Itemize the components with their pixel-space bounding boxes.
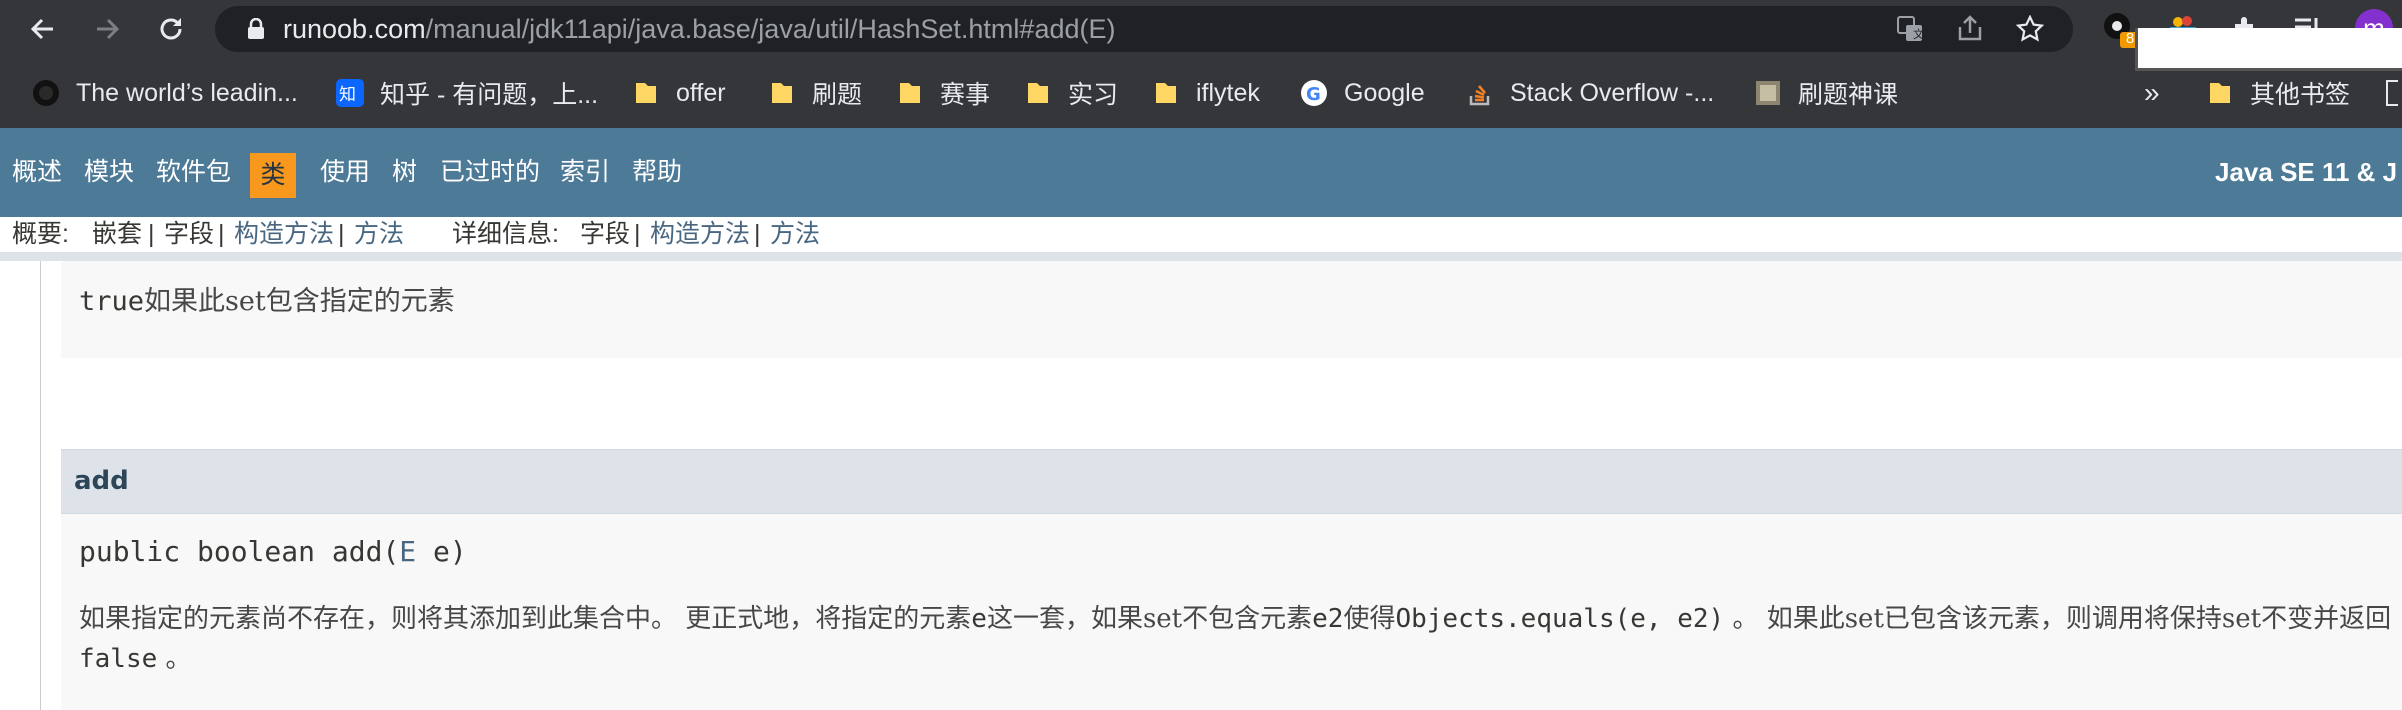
bookmark-label: iflytek [1196, 78, 1260, 107]
bookmark-item[interactable]: Stack Overflow -... [1466, 58, 1714, 128]
summary-field: 字段 [164, 220, 215, 248]
browser-toolbar: runoob.com/manual/jdk11api/java.base/jav… [0, 0, 2402, 58]
bookmark-folder[interactable]: 实习 [1024, 58, 1118, 128]
svg-text:G: G [1306, 84, 1321, 105]
detail-label: 详细信息: [452, 220, 559, 248]
forward-arrow-icon [97, 18, 120, 40]
search-box-edge[interactable] [2135, 28, 2402, 71]
bookmark-item[interactable]: The world’s leadin... [32, 58, 298, 128]
bookmarks-bar: The world’s leadin... 知 知乎 - 有问题，上... of… [0, 58, 2402, 128]
page-title: Java SE 11 & J [2215, 157, 2398, 187]
javadoc-top-nav: 概述 模块 软件包 类 使用 树 已过时的 索引 帮助 Java SE 11 &… [0, 128, 2402, 217]
returns-text: true如果此set包含指定的元素 [79, 286, 455, 317]
nav-use[interactable]: 使用 [320, 128, 370, 217]
detail-method-link[interactable]: 方法 [770, 217, 820, 252]
bookmark-folder[interactable]: iflytek [1152, 58, 1260, 128]
extension-badge-button[interactable]: 8 [2100, 10, 2138, 48]
sub-nav: 概要: 嵌套 | 字段 | 构造方法 | 方法 详细信息: 字段 | 构造方法 … [0, 217, 2402, 261]
folder-icon [1152, 79, 1180, 107]
nav-module[interactable]: 模块 [84, 128, 134, 217]
lock-icon[interactable] [241, 14, 271, 44]
bookmark-label: offer [676, 78, 726, 107]
nav-tree[interactable]: 树 [392, 128, 417, 217]
summary-constructor-link[interactable]: 构造方法 [234, 217, 334, 252]
bookmark-label: 其他书签 [2250, 81, 2351, 109]
url-text[interactable]: runoob.com/manual/jdk11api/java.base/jav… [283, 6, 1115, 52]
folder-icon [768, 79, 796, 107]
bookmark-label: 刷题神课 [1798, 81, 1899, 109]
summary-nested: 嵌套 [92, 220, 143, 248]
returns-section: true如果此set包含指定的元素 [61, 261, 2402, 358]
separator: | [634, 220, 641, 248]
folder-icon [1024, 79, 1052, 107]
separator: | [754, 220, 761, 248]
stackoverflow-icon [1466, 79, 1494, 107]
summary-method-link[interactable]: 方法 [354, 217, 404, 252]
reload-button[interactable] [152, 10, 190, 48]
bookmark-label: Stack Overflow -... [1510, 78, 1715, 107]
bookmark-item[interactable]: 刷题神课 [1754, 58, 1898, 128]
method-header: add [61, 449, 2402, 514]
folder-icon [896, 79, 924, 107]
bookmark-label: 实习 [1068, 81, 1119, 109]
separator: | [218, 220, 225, 248]
github-icon [32, 79, 60, 107]
bookmark-label: 赛事 [940, 81, 991, 109]
back-arrow-icon [30, 18, 53, 40]
method-detail-add: add public boolean add(E e) 如果指定的元素尚不存在，… [61, 449, 2402, 710]
svg-text:文: 文 [1913, 27, 1924, 41]
bookmark-label: The world’s leadin... [76, 78, 298, 107]
back-button[interactable] [24, 10, 62, 48]
zhihu-icon: 知 [336, 79, 364, 107]
bookmark-label: 刷题 [812, 81, 863, 109]
content-divider [40, 261, 41, 710]
svg-text:知: 知 [339, 85, 356, 105]
nav-overview[interactable]: 概述 [12, 128, 62, 217]
bookmark-label: 知乎 - 有问题，上... [380, 81, 599, 109]
translate-icon[interactable]: 文 [1895, 14, 1925, 44]
nav-class-active[interactable]: 类 [250, 153, 296, 198]
bookmark-folder[interactable]: 刷题 [768, 58, 862, 128]
bookmark-item[interactable]: 知 知乎 - 有问题，上... [336, 58, 598, 128]
folder-icon [632, 79, 660, 107]
summary-label: 概要: [12, 220, 69, 248]
bookmark-star-icon[interactable] [2015, 14, 2045, 44]
method-description: 如果指定的元素尚不存在，则将其添加到此集合中。 更正式地，将指定的元素e这一套，… [79, 604, 2392, 674]
google-icon: G [1300, 79, 1328, 107]
reload-icon [160, 18, 182, 40]
bookmark-item[interactable]: G Google [1300, 58, 1425, 128]
type-link-e[interactable]: E [399, 535, 416, 568]
method-signature: public boolean add(E e) [79, 535, 467, 568]
separator: | [148, 220, 155, 248]
nav-index[interactable]: 索引 [560, 128, 610, 217]
bookmark-folder[interactable]: offer [632, 58, 726, 128]
folder-icon [2206, 79, 2234, 107]
share-icon[interactable] [1955, 14, 1985, 44]
separator: | [338, 220, 345, 248]
forward-button[interactable] [88, 10, 126, 48]
page-icon [1754, 79, 1782, 107]
nav-deprecated[interactable]: 已过时的 [440, 128, 540, 217]
nav-help[interactable]: 帮助 [632, 128, 682, 217]
detail-field: 字段 [580, 220, 631, 248]
address-bar[interactable]: runoob.com/manual/jdk11api/java.base/jav… [215, 6, 2073, 52]
bookmark-label: Google [1344, 78, 1425, 107]
method-name: add [74, 466, 129, 496]
bookmark-folder[interactable]: 赛事 [896, 58, 990, 128]
detail-constructor-link[interactable]: 构造方法 [650, 217, 750, 252]
nav-package[interactable]: 软件包 [156, 128, 231, 217]
main-content: true如果此set包含指定的元素 add public boolean add… [0, 261, 2402, 710]
